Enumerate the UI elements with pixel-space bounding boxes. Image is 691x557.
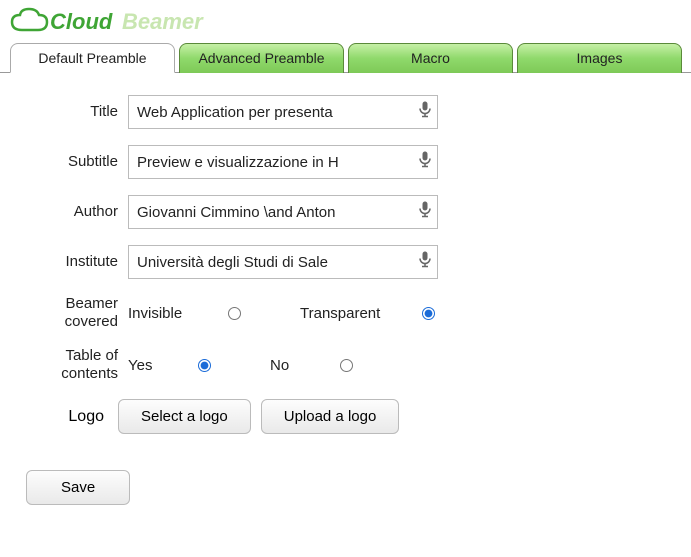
mic-icon[interactable] — [418, 251, 432, 274]
tab-macro[interactable]: Macro — [348, 43, 513, 73]
covered-label: Beamer covered — [20, 295, 128, 331]
upload-logo-button[interactable]: Upload a logo — [261, 399, 400, 434]
tab-default-preamble[interactable]: Default Preamble — [10, 43, 175, 73]
author-label: Author — [20, 203, 128, 221]
toc-label: Table of contents — [20, 347, 128, 383]
mic-icon[interactable] — [418, 101, 432, 124]
title-input[interactable] — [128, 95, 438, 129]
save-button[interactable]: Save — [26, 470, 130, 505]
yes-option-label: Yes — [128, 357, 176, 374]
subtitle-input[interactable] — [128, 145, 438, 179]
form-pane: Title Subtitle Author Institute — [0, 73, 691, 515]
mic-icon[interactable] — [418, 201, 432, 224]
institute-input[interactable] — [128, 245, 438, 279]
tab-images[interactable]: Images — [517, 43, 682, 73]
tab-advanced-preamble[interactable]: Advanced Preamble — [179, 43, 344, 73]
tab-bar: Default Preamble Advanced Preamble Macro… — [0, 40, 691, 73]
no-radio[interactable] — [340, 359, 353, 372]
invisible-option-label: Invisible — [128, 305, 206, 322]
transparent-radio[interactable] — [422, 307, 435, 320]
author-input[interactable] — [128, 195, 438, 229]
title-label: Title — [20, 103, 128, 121]
invisible-radio[interactable] — [228, 307, 241, 320]
no-option-label: No — [270, 357, 318, 374]
select-logo-button[interactable]: Select a logo — [118, 399, 251, 434]
logo-label: Logo — [20, 408, 108, 426]
app-logo: Cloud Beamer — [0, 0, 691, 40]
svg-text:Beamer: Beamer — [122, 9, 204, 34]
institute-label: Institute — [20, 253, 128, 271]
svg-text:Cloud: Cloud — [50, 9, 113, 34]
mic-icon[interactable] — [418, 151, 432, 174]
subtitle-label: Subtitle — [20, 153, 128, 171]
yes-radio[interactable] — [198, 359, 211, 372]
transparent-option-label: Transparent — [300, 305, 400, 322]
